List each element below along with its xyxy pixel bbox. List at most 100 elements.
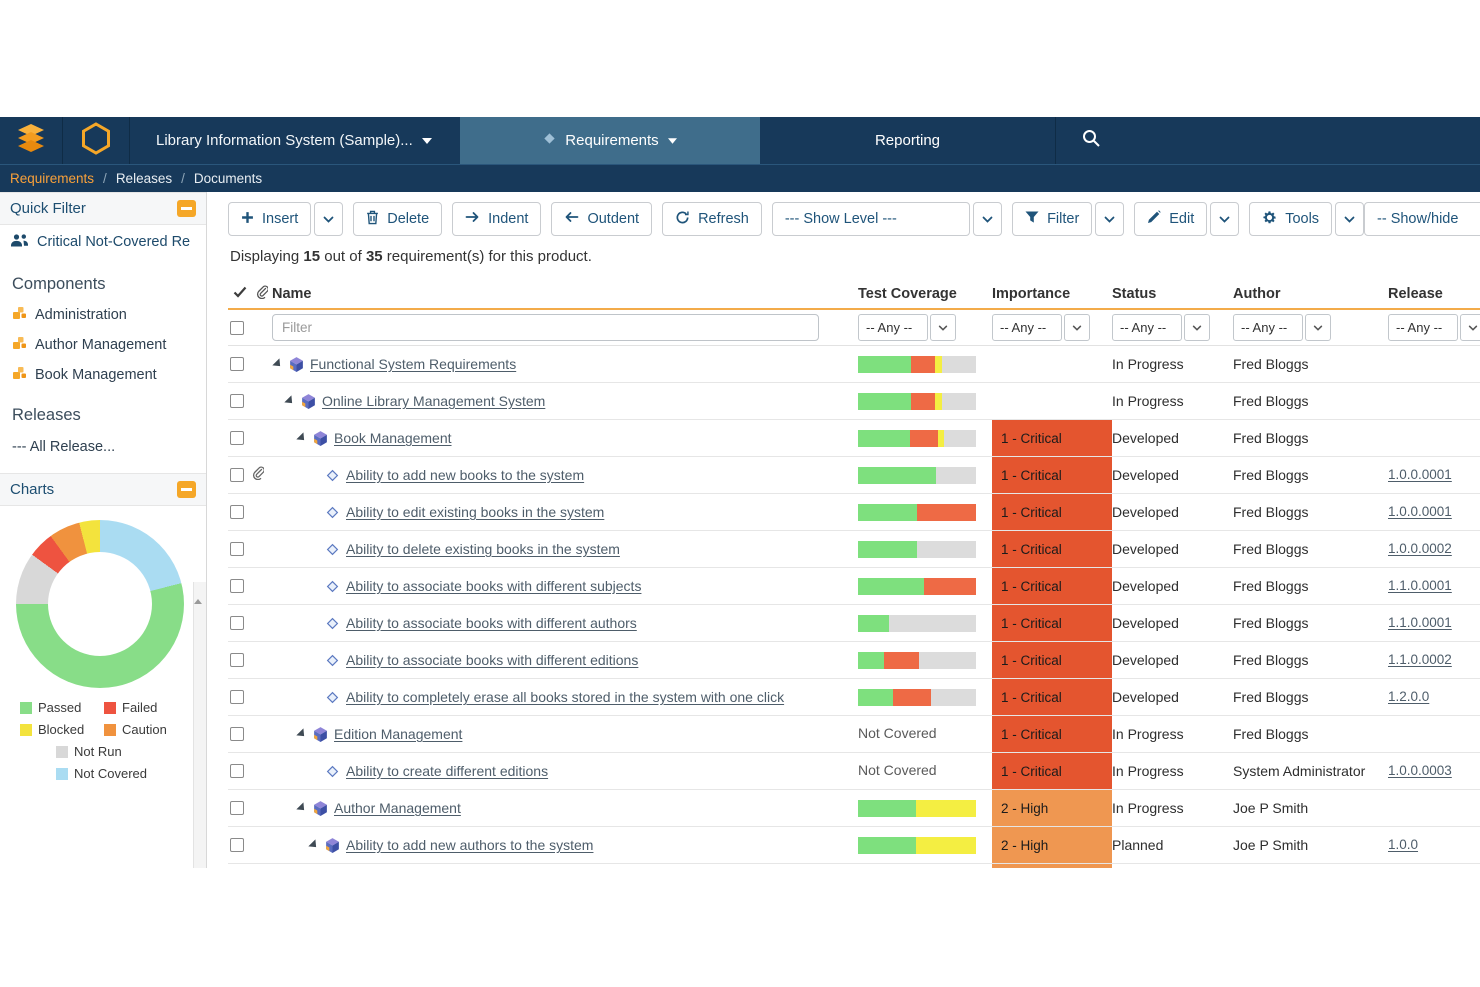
row-checkbox[interactable] xyxy=(230,431,244,445)
importance-cell xyxy=(992,864,1112,868)
requirement-link[interactable]: Author Management xyxy=(334,800,461,816)
show-level-select[interactable]: --- Show Level --- xyxy=(772,202,970,236)
insert-dropdown-button[interactable] xyxy=(314,202,343,236)
requirement-link[interactable]: Edition Management xyxy=(334,726,462,742)
requirement-link[interactable]: Ability to add new books to the system xyxy=(346,467,584,483)
delete-button[interactable]: Delete xyxy=(353,202,442,236)
release-link[interactable]: 1.1.0.0001 xyxy=(1388,578,1452,593)
requirement-link[interactable]: Functional System Requirements xyxy=(310,356,516,372)
release-item-all[interactable]: --- All Release... xyxy=(0,431,206,463)
tools-button[interactable]: Tools xyxy=(1249,202,1332,236)
row-checkbox[interactable] xyxy=(230,838,244,852)
row-select-cell xyxy=(228,505,272,519)
row-checkbox[interactable] xyxy=(230,394,244,408)
filter-button[interactable]: Filter xyxy=(1012,202,1092,236)
row-checkbox[interactable] xyxy=(230,653,244,667)
component-item[interactable]: Administration xyxy=(0,300,206,330)
column-header-name[interactable]: Name xyxy=(272,286,858,302)
status-filter-select[interactable]: -- Any -- xyxy=(1112,314,1182,341)
requirement-link[interactable]: Online Library Management System xyxy=(322,393,545,409)
release-link[interactable]: 1.0.0.0001 xyxy=(1388,467,1452,482)
importance-filter-dropdown-button[interactable] xyxy=(1064,314,1090,341)
quick-filter-item-critical-not-covered[interactable]: Critical Not-Covered Re xyxy=(0,225,206,259)
column-header-test-coverage[interactable]: Test Coverage xyxy=(858,286,992,302)
release-link[interactable]: 1.0.0.0003 xyxy=(1388,763,1452,778)
requirement-link[interactable]: Ability to delete existing books in the … xyxy=(346,541,620,557)
column-header-importance[interactable]: Importance xyxy=(992,286,1112,302)
requirement-link[interactable]: Ability to associate books with differen… xyxy=(346,652,638,668)
release-filter-select[interactable]: -- Any -- xyxy=(1388,314,1458,341)
requirement-link[interactable]: Ability to associate books with differen… xyxy=(346,578,641,594)
product-selector[interactable]: Library Information System (Sample)... xyxy=(130,117,460,164)
tree-expand-icon[interactable] xyxy=(272,358,283,369)
row-checkbox[interactable] xyxy=(230,542,244,556)
requirement-link[interactable]: Ability to completely erase all books st… xyxy=(346,689,784,705)
author-filter-dropdown-button[interactable] xyxy=(1305,314,1331,341)
importance-filter-select[interactable]: -- Any -- xyxy=(992,314,1062,341)
release-filter-dropdown-button[interactable] xyxy=(1460,314,1480,341)
column-header-release[interactable]: Release xyxy=(1388,286,1480,302)
release-link[interactable]: 1.0.0 xyxy=(1388,837,1418,852)
sidebar-scrollbar[interactable] xyxy=(193,582,206,868)
filter-dropdown-button[interactable] xyxy=(1095,202,1124,236)
row-checkbox[interactable] xyxy=(230,468,244,482)
show-hide-columns-select[interactable]: -- Show/hide xyxy=(1364,202,1480,236)
tab-reporting[interactable]: Reporting xyxy=(760,117,1055,164)
coverage-filter-dropdown-button[interactable] xyxy=(930,314,956,341)
global-search-button[interactable] xyxy=(1055,117,1125,164)
outdent-button[interactable]: Outdent xyxy=(551,202,652,236)
table-row: Ability to delete existing books in the … xyxy=(228,531,1480,568)
requirement-link[interactable]: Book Management xyxy=(334,430,452,446)
app-logo[interactable] xyxy=(0,117,62,164)
table-row: Ability to associate books with differen… xyxy=(228,568,1480,605)
row-checkbox[interactable] xyxy=(230,690,244,704)
status-filter-dropdown-button[interactable] xyxy=(1184,314,1210,341)
breadcrumb-requirements[interactable]: Requirements xyxy=(10,171,94,186)
requirement-link[interactable]: Ability to edit existing books in the sy… xyxy=(346,504,604,520)
importance-badge: 1 - Critical xyxy=(992,679,1112,715)
row-checkbox[interactable] xyxy=(230,579,244,593)
tree-expand-icon[interactable] xyxy=(296,802,307,813)
refresh-button[interactable]: Refresh xyxy=(662,202,762,236)
tools-dropdown-button[interactable] xyxy=(1335,202,1364,236)
select-all-checkbox[interactable] xyxy=(230,321,244,335)
name-filter-input[interactable] xyxy=(272,314,819,341)
requirement-link[interactable]: Ability to create different editions xyxy=(346,763,548,779)
release-link[interactable]: 1.2.0.0 xyxy=(1388,689,1429,704)
release-link[interactable]: 1.0.0.0002 xyxy=(1388,541,1452,556)
row-checkbox[interactable] xyxy=(230,616,244,630)
collapse-icon[interactable] xyxy=(177,481,196,498)
release-link[interactable]: 1.1.0.0001 xyxy=(1388,615,1452,630)
edit-button[interactable]: Edit xyxy=(1134,202,1207,236)
coverage-filter-select[interactable]: -- Any -- xyxy=(858,314,928,341)
row-checkbox[interactable] xyxy=(230,801,244,815)
row-checkbox[interactable] xyxy=(230,764,244,778)
tree-expand-icon[interactable] xyxy=(308,839,319,850)
tab-requirements[interactable]: Requirements xyxy=(460,117,760,164)
requirement-icon xyxy=(323,617,341,630)
breadcrumb-documents[interactable]: Documents xyxy=(194,171,262,186)
edit-dropdown-button[interactable] xyxy=(1210,202,1239,236)
release-link[interactable]: 1.0.0.0001 xyxy=(1388,504,1452,519)
outdent-label: Outdent xyxy=(587,211,639,227)
workspace-icon-button[interactable] xyxy=(62,117,130,164)
column-header-status[interactable]: Status xyxy=(1112,286,1233,302)
indent-button[interactable]: Indent xyxy=(452,202,541,236)
breadcrumb-releases[interactable]: Releases xyxy=(116,171,172,186)
tree-expand-icon[interactable] xyxy=(296,432,307,443)
column-header-author[interactable]: Author xyxy=(1233,286,1388,302)
row-checkbox[interactable] xyxy=(230,357,244,371)
collapse-icon[interactable] xyxy=(177,200,196,217)
release-link[interactable]: 1.1.0.0002 xyxy=(1388,652,1452,667)
insert-button[interactable]: Insert xyxy=(228,202,311,236)
show-level-dropdown-button[interactable] xyxy=(973,202,1002,236)
row-checkbox[interactable] xyxy=(230,505,244,519)
requirement-link[interactable]: Ability to associate books with differen… xyxy=(346,615,637,631)
component-item[interactable]: Author Management xyxy=(0,330,206,360)
tree-expand-icon[interactable] xyxy=(296,728,307,739)
tree-expand-icon[interactable] xyxy=(284,395,295,406)
component-item[interactable]: Book Management xyxy=(0,360,206,390)
requirement-link[interactable]: Ability to add new authors to the system xyxy=(346,837,593,853)
row-checkbox[interactable] xyxy=(230,727,244,741)
author-filter-select[interactable]: -- Any -- xyxy=(1233,314,1303,341)
